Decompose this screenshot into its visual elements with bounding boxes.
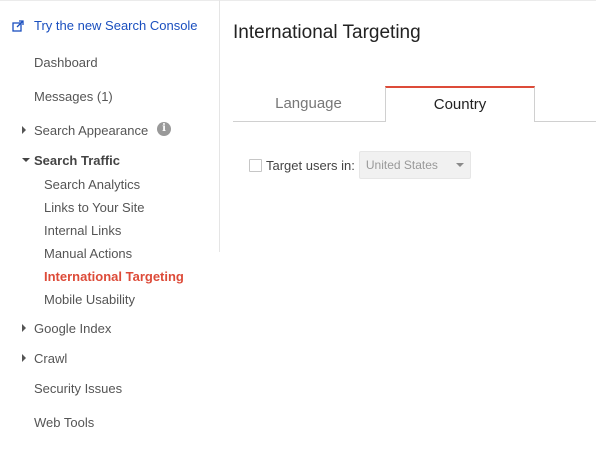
sidebar-item-search-appearance[interactable]: Search Appearance	[34, 123, 148, 138]
expand-arrow-icon[interactable]	[22, 126, 26, 134]
sidebar-item-messages[interactable]: Messages (1)	[34, 89, 113, 104]
promo-label: Try the new Search Console	[34, 18, 198, 33]
country-select-value: United States	[365, 158, 438, 172]
sidebar-item-search-traffic[interactable]: Search Traffic	[34, 153, 120, 168]
expand-arrow-icon[interactable]	[22, 324, 26, 332]
external-link-icon	[12, 19, 24, 32]
webmaster-tools-window: Try the new Search Console Dashboard Mes…	[0, 0, 596, 452]
sidebar-item-dashboard[interactable]: Dashboard	[34, 55, 98, 70]
sidebar: Try the new Search Console Dashboard Mes…	[0, 0, 219, 452]
collapse-arrow-icon[interactable]	[22, 158, 30, 162]
sidebar-item-internal-links[interactable]: Internal Links	[44, 223, 121, 238]
sidebar-item-google-index[interactable]: Google Index	[34, 321, 111, 336]
sidebar-item-mobile-usability[interactable]: Mobile Usability	[44, 292, 135, 307]
expand-arrow-icon[interactable]	[22, 354, 26, 362]
sidebar-item-search-analytics[interactable]: Search Analytics	[44, 177, 140, 192]
country-select[interactable]: United States	[358, 151, 471, 179]
sidebar-item-international-targeting[interactable]: International Targeting	[44, 269, 184, 284]
sidebar-item-security-issues[interactable]: Security Issues	[34, 381, 122, 396]
tab-cover	[386, 121, 534, 123]
sidebar-item-crawl[interactable]: Crawl	[34, 351, 67, 366]
chevron-down-icon	[455, 163, 464, 167]
sidebar-item-manual-actions[interactable]: Manual Actions	[44, 246, 132, 261]
page-title: International Targeting	[233, 22, 421, 43]
sidebar-divider	[219, 0, 220, 252]
info-icon[interactable]: i	[157, 122, 171, 136]
sidebar-item-web-tools[interactable]: Web Tools	[34, 415, 94, 430]
target-users-row: Target users in: United States	[249, 151, 471, 179]
tab-country-label: Country	[433, 96, 487, 113]
sidebar-item-links-to-your-site[interactable]: Links to Your Site	[44, 200, 144, 215]
target-users-checkbox[interactable]	[249, 158, 262, 172]
try-new-search-console-link[interactable]: Try the new Search Console	[12, 18, 198, 33]
target-users-label: Target users in:	[266, 157, 355, 173]
tab-language[interactable]: Language	[233, 87, 384, 121]
tab-country[interactable]: Country	[385, 86, 535, 123]
